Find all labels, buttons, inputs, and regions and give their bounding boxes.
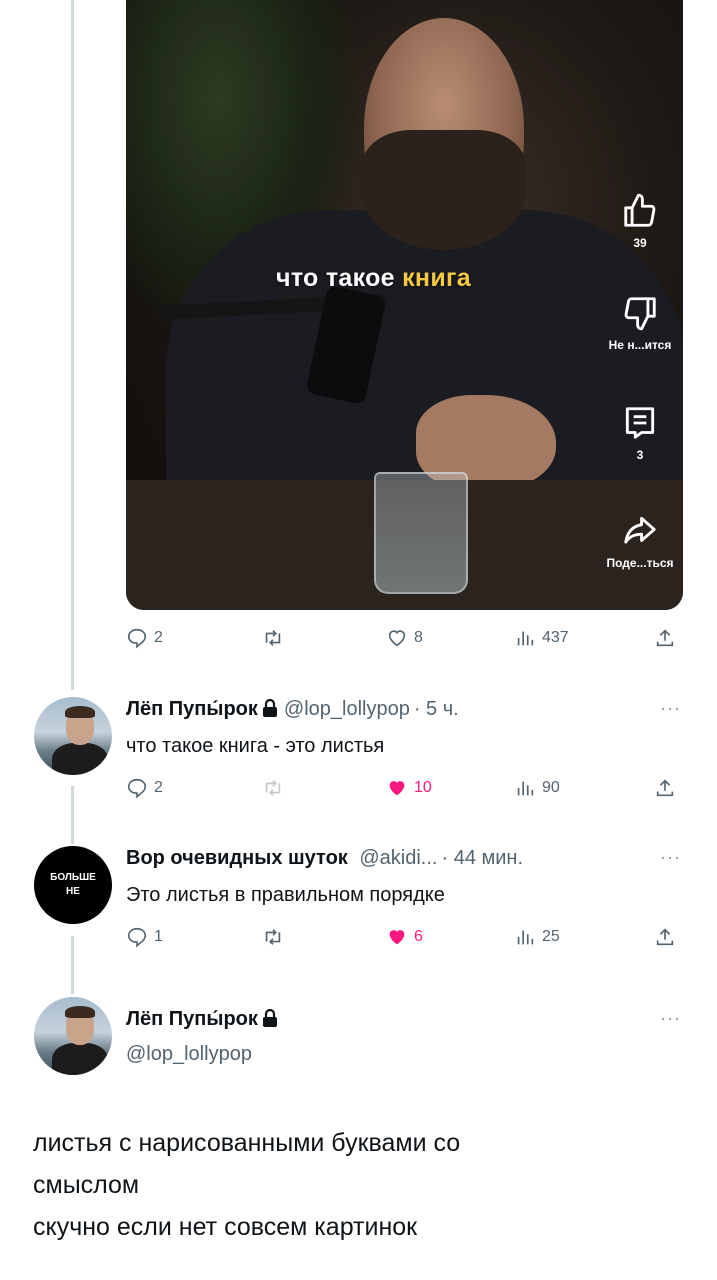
thumb-down-icon [624, 297, 656, 331]
original-tweet-actions: 2 8 437 [126, 627, 686, 657]
display-name[interactable]: Вор очевидных шуток [126, 847, 348, 869]
tweet-header: Вор очевидных шуток @akidi... · 44 мин. [126, 847, 523, 870]
share-upload-icon [656, 779, 674, 797]
share-upload-icon [656, 629, 674, 647]
avatar-text-line2: НЕ [66, 886, 80, 897]
share-button[interactable] [654, 777, 676, 799]
like-count: 10 [414, 779, 432, 796]
views-chart-icon [517, 930, 534, 945]
reply2-actions: 1 6 25 [126, 926, 686, 956]
tweet-text: Это листья в правильном порядке [126, 884, 445, 906]
reply-icon [127, 778, 147, 799]
main-tweet-text: листья с нарисованными буквами со смысло… [33, 1122, 683, 1248]
tweet-text: что такое книга - это листья [126, 735, 385, 757]
reply1-actions: 2 10 90 [126, 777, 686, 807]
timestamp[interactable]: · 44 мин. [441, 847, 523, 869]
video-share-button[interactable]: Поде...ться [590, 512, 683, 570]
lock-icon [262, 1009, 277, 1027]
retweet-icon [265, 630, 281, 646]
retweet-button[interactable] [262, 627, 284, 649]
share-button[interactable] [654, 627, 676, 649]
reply-icon [127, 927, 147, 948]
views-button[interactable]: 437 [514, 627, 569, 649]
reply-button[interactable]: 1 [126, 926, 163, 948]
like-count: 6 [414, 928, 423, 945]
reply-button[interactable]: 2 [126, 777, 163, 799]
retweet-button[interactable] [262, 926, 284, 948]
reply-count: 2 [154, 629, 163, 646]
retweet-icon [265, 780, 281, 796]
video-like-button[interactable]: 39 [590, 192, 683, 250]
share-button[interactable] [654, 926, 676, 948]
main-tweet-line3: скучно если нет совсем картинок [33, 1213, 418, 1241]
more-options-button[interactable]: ··· [660, 847, 681, 868]
main-tweet-line2: смыслом [33, 1171, 140, 1199]
share-upload-icon [656, 928, 674, 946]
reply-count: 2 [154, 779, 163, 796]
thread-line-low [71, 936, 74, 994]
video-dislike-button[interactable]: Не н...ится [590, 294, 683, 352]
video-glass [374, 472, 468, 594]
video-share-label: Поде...ться [606, 556, 674, 570]
handle[interactable]: @akidi... [359, 847, 437, 869]
reply-button[interactable]: 2 [126, 627, 163, 649]
thumb-up-icon [624, 193, 656, 227]
more-options-button[interactable]: ··· [660, 698, 681, 719]
comment-icon [625, 407, 655, 439]
lock-icon [262, 699, 277, 717]
display-name[interactable]: Лёп Пупы́рок [126, 698, 258, 720]
share-arrow-icon [624, 516, 656, 544]
tweet-header: Лёп Пупы́рок @lop_lollypop · 5 ч. [126, 698, 459, 721]
reply-count: 1 [154, 928, 163, 945]
like-button[interactable]: 10 [386, 777, 432, 799]
tweet-header: Лёп Пупы́рок [126, 1008, 284, 1031]
video-person-beard [362, 130, 526, 250]
video-player[interactable]: что такое книга 39 Не н...ится 3 Поде...… [126, 0, 683, 610]
views-button[interactable]: 25 [514, 926, 560, 948]
views-count: 90 [542, 779, 560, 796]
thread-line-mid [71, 786, 74, 844]
avatar-text-line1: БОЛЬШЕ [50, 872, 96, 883]
retweet-icon [265, 929, 281, 945]
video-comment-button[interactable]: 3 [590, 404, 683, 462]
like-button[interactable]: 6 [386, 926, 423, 948]
avatar[interactable]: БОЛЬШЕ НЕ [34, 846, 112, 924]
avatar[interactable] [34, 997, 112, 1075]
video-dislike-label: Не н...ится [608, 338, 672, 352]
reply-icon [127, 628, 147, 649]
views-chart-icon [517, 631, 534, 646]
like-button[interactable]: 8 [386, 627, 423, 649]
thread-line-top [71, 0, 74, 690]
timestamp[interactable]: · 5 ч. [414, 698, 459, 720]
avatar[interactable] [34, 697, 112, 775]
handle[interactable]: @lop_lollypop [126, 1043, 252, 1066]
like-count: 8 [414, 629, 423, 646]
video-caption: что такое книга [276, 264, 471, 292]
heart-icon [388, 630, 406, 647]
views-button[interactable]: 90 [514, 777, 560, 799]
views-chart-icon [517, 781, 534, 796]
more-options-button[interactable]: ··· [660, 1008, 681, 1029]
display-name[interactable]: Лёп Пупы́рок [126, 1008, 258, 1030]
main-tweet-line1: листья с нарисованными буквами со [33, 1129, 461, 1157]
video-like-count: 39 [633, 236, 647, 250]
views-count: 25 [542, 928, 560, 945]
video-comment-count: 3 [636, 448, 644, 462]
retweet-button [262, 777, 284, 799]
views-count: 437 [542, 629, 569, 646]
heart-filled-icon [389, 781, 405, 796]
handle[interactable]: @lop_lollypop [284, 698, 410, 720]
heart-filled-icon [389, 930, 405, 945]
